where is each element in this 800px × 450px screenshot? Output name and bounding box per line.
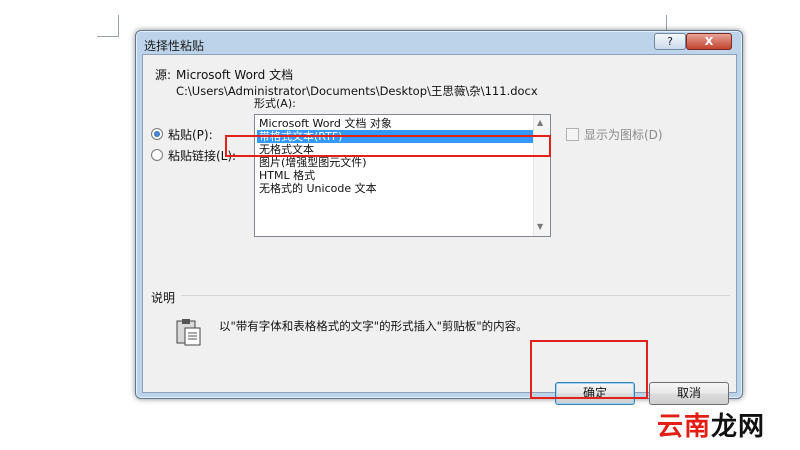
as-label: 形式(A): [254,97,296,110]
clipboard-icon [176,319,201,346]
format-item[interactable]: 无格式的 Unicode 文本 [257,182,533,195]
display-as-icon-label[interactable]: 显示为图标(D) [584,126,663,143]
crop-mark-left-horizontal [97,36,119,37]
result-label: 说明 [151,291,176,305]
watermark-part2: 龙网 [711,412,766,442]
source-app: Microsoft Word 文档 [176,68,294,82]
paste-special-dialog: 选择性粘贴 ? X 源: Microsoft Word 文档 C:\Users\… [135,30,743,405]
result-divider [181,295,730,296]
listbox-scrollbar[interactable]: ▲ ▼ [533,115,550,236]
format-item[interactable]: HTML 格式 [257,169,533,182]
dialog-title: 选择性粘贴 [144,39,205,53]
paste-radio[interactable] [151,128,163,140]
watermark-logo: 云南龙网 [657,406,765,443]
help-button[interactable]: ? [654,33,686,50]
scroll-down-icon[interactable]: ▼ [537,222,543,231]
source-path: C:\Users\Administrator\Documents\Desktop… [176,84,538,98]
ok-button-highlight-box [530,340,648,399]
as-format-listbox[interactable]: Microsoft Word 文档 对象 带格式文本(RTF) 无格式文本 图片… [254,114,551,237]
selected-format-highlight-box [225,135,551,157]
display-as-icon-checkbox[interactable] [566,128,579,141]
cancel-button[interactable]: 取消 [649,382,729,405]
format-item[interactable]: Microsoft Word 文档 对象 [257,117,533,130]
result-text: 以"带有字体和表格格式的文字"的形式插入"剪贴板"的内容。 [219,319,528,333]
paste-radio-label[interactable]: 粘贴(P): [168,126,213,143]
format-item[interactable]: 图片(增强型图元文件) [257,156,533,169]
scroll-up-icon[interactable]: ▲ [537,118,543,127]
source-label: 源: [155,68,172,82]
close-button[interactable]: X [686,33,732,50]
watermark-part1: 云南 [657,412,712,442]
crop-mark-left-vertical [118,15,119,37]
paste-link-radio[interactable] [151,149,163,161]
